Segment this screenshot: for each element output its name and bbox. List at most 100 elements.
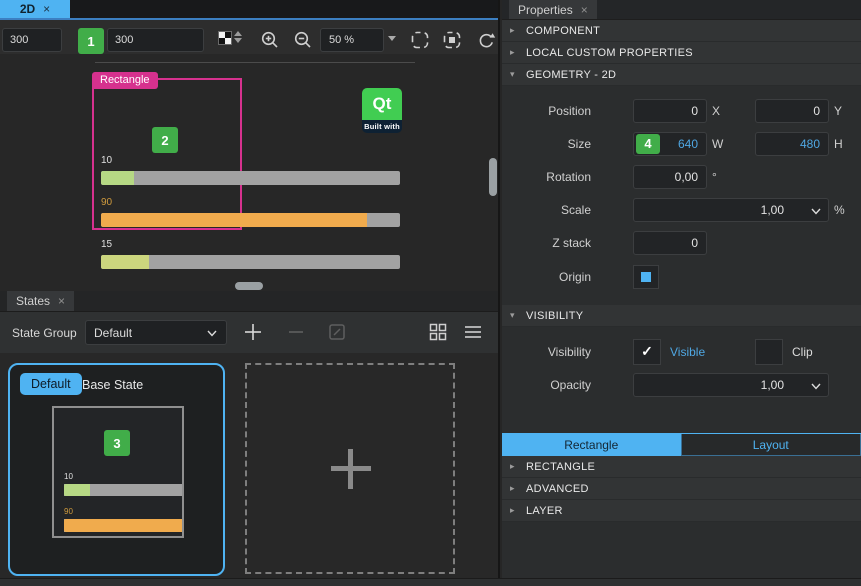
vertical-scrollbar[interactable]: [489, 158, 497, 196]
state-card-default[interactable]: Default Base State 3 10 90: [8, 363, 225, 576]
thumbnail-view-icon[interactable]: [428, 322, 448, 342]
chevron-right-icon: ▸: [510, 461, 519, 472]
section-layer[interactable]: ▸ LAYER: [502, 500, 861, 522]
clip-checkbox[interactable]: [755, 339, 783, 365]
unit-y: Y: [829, 104, 861, 118]
unit-h: H: [829, 137, 861, 151]
section-visibility[interactable]: ▾ VISIBILITY: [502, 305, 861, 327]
geometry-section-body: Position 0 X 0 Y Size 4 640 W: [502, 86, 861, 305]
properties-tab-bar: Properties ×: [502, 0, 861, 20]
add-state-dropzone[interactable]: [245, 363, 455, 574]
chevron-down-icon: [810, 380, 822, 392]
check-icon: ✓: [641, 343, 653, 360]
progressbar: [101, 255, 400, 269]
origin-selector-button[interactable]: [633, 265, 659, 289]
step-down-icon[interactable]: [234, 38, 242, 43]
rename-state-group-button[interactable]: [327, 322, 347, 342]
left-column: 2D × 300 1 300: [0, 0, 500, 578]
section-local-custom-properties[interactable]: ▸ LOCAL CUSTOM PROPERTIES: [502, 42, 861, 64]
size-height-input[interactable]: 480: [755, 132, 829, 156]
progressbar: [101, 171, 400, 185]
section-component[interactable]: ▸ COMPONENT: [502, 20, 861, 42]
progressbar-fill: [101, 171, 134, 185]
section-advanced[interactable]: ▸ ADVANCED: [502, 478, 861, 500]
selection-label: Rectangle: [92, 72, 158, 89]
2d-canvas[interactable]: Rectangle 2 Qt Built with 10 90 1: [0, 54, 498, 291]
list-view-icon[interactable]: [463, 322, 483, 342]
zoom-out-button[interactable]: [293, 30, 313, 50]
opacity-select[interactable]: 1,00: [633, 373, 829, 397]
chevron-down-icon: [206, 327, 218, 339]
zoom-in-button[interactable]: [260, 30, 280, 50]
origin-row: Origin: [502, 259, 861, 295]
chevron-down-icon: ▾: [510, 310, 519, 321]
position-row: Position 0 X 0 Y: [502, 94, 861, 127]
qt-logo-caption: Built with: [362, 120, 402, 133]
tab-2d[interactable]: 2D ×: [0, 0, 70, 18]
override-width-input[interactable]: 300: [2, 28, 62, 52]
visibility-label: Visibility: [502, 345, 633, 359]
progressbar: [101, 213, 400, 227]
zstack-label: Z stack: [502, 236, 633, 250]
tab-properties[interactable]: Properties ×: [509, 0, 597, 19]
visible-checkbox-label: Visible: [661, 345, 705, 359]
state-name-pill[interactable]: Default: [20, 373, 82, 395]
override-height-input[interactable]: 300: [107, 28, 204, 52]
section-geometry-2d[interactable]: ▾ GEOMETRY - 2D: [502, 64, 861, 86]
step-up-icon[interactable]: [234, 31, 242, 36]
tab-states-label: States: [16, 294, 50, 308]
thumb-progressbar-fill: [64, 519, 182, 532]
reset-view-button[interactable]: [476, 30, 496, 50]
close-icon[interactable]: ×: [581, 3, 588, 17]
state-thumbnail[interactable]: 3 10 90: [52, 406, 184, 538]
opacity-label: Opacity: [502, 378, 633, 392]
position-x-input[interactable]: 0: [633, 99, 707, 123]
background-color-toggle-icon[interactable]: [218, 31, 232, 45]
override-height-value: 300: [115, 34, 133, 46]
add-state-group-button[interactable]: [243, 322, 263, 342]
position-y-input[interactable]: 0: [755, 99, 829, 123]
state-group-label: State Group: [12, 312, 77, 353]
zoom-level-select[interactable]: 50 %: [320, 28, 384, 52]
zstack-row: Z stack 0: [502, 226, 861, 259]
background-stepper[interactable]: [233, 30, 243, 44]
selection-rectangle[interactable]: [92, 78, 242, 230]
component-type-tabs: Rectangle Layout: [502, 433, 861, 456]
tab-properties-label: Properties: [518, 3, 573, 17]
scale-unit: %: [829, 203, 861, 217]
2d-view-panel: 2D × 300 1 300: [0, 0, 498, 291]
annotation-badge-3: 3: [104, 430, 130, 456]
states-panel: States × State Group Default: [0, 291, 498, 578]
thumb-bar-label: 10: [64, 472, 73, 481]
state-group-select[interactable]: Default: [85, 320, 227, 345]
annotation-badge-1: 1: [78, 28, 104, 54]
close-icon[interactable]: ×: [58, 294, 65, 308]
horizontal-scrollbar[interactable]: [235, 282, 263, 290]
visible-checkbox[interactable]: ✓: [633, 339, 661, 365]
remove-state-group-button[interactable]: [286, 322, 306, 342]
fit-to-view-button[interactable]: [410, 30, 430, 50]
close-icon[interactable]: ×: [43, 2, 50, 16]
qt-built-with-logo: Qt Built with: [362, 88, 402, 133]
zstack-input[interactable]: 0: [633, 231, 707, 255]
origin-label: Origin: [502, 270, 633, 284]
zoom-to-selection-button[interactable]: [442, 30, 462, 50]
tab-layout[interactable]: Layout: [681, 434, 861, 456]
chevron-right-icon: ▸: [510, 47, 519, 58]
unit-x: X: [707, 104, 740, 118]
section-rectangle[interactable]: ▸ RECTANGLE: [502, 456, 861, 478]
qt-design-studio-workspace: { "colors": { "accent_blue": "#4fb3f2", …: [0, 0, 861, 585]
rotation-input[interactable]: 0,00: [633, 165, 707, 189]
scale-select[interactable]: 1,00: [633, 198, 829, 222]
tab-2d-label: 2D: [20, 2, 35, 16]
component-edge-line: [95, 62, 415, 63]
2d-toolbar: 300 1 300: [0, 20, 498, 54]
size-width-input[interactable]: 4 640: [633, 132, 707, 156]
zoom-level-dropdown-icon[interactable]: [388, 36, 396, 41]
tab-rectangle[interactable]: Rectangle: [502, 434, 681, 456]
qt-logo-icon: Qt: [362, 88, 402, 120]
size-row: Size 4 640 W 480 H: [502, 127, 861, 160]
origin-center-indicator: [641, 272, 651, 282]
thumb-progressbar-fill: [64, 484, 90, 496]
tab-states[interactable]: States ×: [7, 291, 74, 311]
